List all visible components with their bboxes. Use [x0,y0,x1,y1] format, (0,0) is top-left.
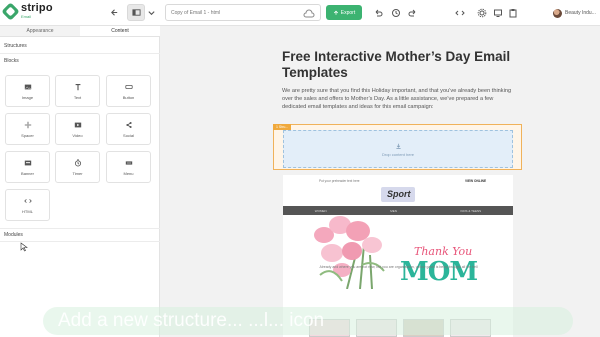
block-label: Timer [72,171,83,176]
brand-logo: Sport [381,187,415,202]
spacer-icon [24,121,31,129]
button-icon [124,85,133,89]
video-icon [74,122,81,128]
layout-dropdown-button[interactable] [146,4,156,21]
block-text[interactable]: Text [55,75,100,107]
block-label: Spacer [21,133,34,138]
stripo-logo[interactable]: stripo Email [1,2,62,23]
share-icon [125,121,132,129]
user-menu[interactable]: Beauty Indu... [553,6,600,20]
undo-icon [375,9,383,16]
block-button[interactable]: Button [106,75,151,107]
email-nav-item[interactable]: KIDS & TEENS [461,209,482,213]
block-social[interactable]: Social [106,113,151,145]
logo-subtext: Email [21,14,32,19]
code-icon [23,199,32,203]
tulips-illustration [314,216,385,289]
file-name-field[interactable]: Copy of Email 1 - html [165,4,321,21]
chevron-down-icon [147,11,155,16]
save-button[interactable] [303,7,315,19]
export-icon [333,10,338,15]
top-toolbar: stripo Email Copy of Email 1 - html Expo… [0,0,600,26]
export-button[interactable]: Export [326,5,362,20]
avatar [553,8,562,18]
blocks-label[interactable]: Blocks [4,58,19,64]
block-menu[interactable]: Menu [106,151,151,183]
drop-zone[interactable]: Drop content here [283,130,513,168]
text-icon [75,84,80,91]
clipboard-icon [509,8,517,17]
logo-text: stripo [21,2,53,14]
mom-heading: MOM [400,257,478,287]
layout-icon [131,9,141,16]
mouse-cursor-icon [20,242,28,252]
block-banner[interactable]: Banner [5,151,50,183]
block-label: Social [123,133,134,138]
user-name: Beauty Indu... [565,10,596,16]
drop-zone-text: Drop content here [381,152,415,157]
tab-content[interactable]: Content [80,26,160,36]
block-label: HTML [22,209,33,214]
block-video[interactable]: Video [55,113,100,145]
modules-label[interactable]: Modules [4,232,23,238]
brand-name: Sport [387,189,411,199]
block-label: Image [21,95,34,100]
structures-label[interactable]: Structures [4,43,27,49]
block-html[interactable]: HTML [5,189,50,221]
left-panel: Appearance Content Structures Blocks Ima… [0,26,160,337]
email-nav-item[interactable]: WOMEN [315,209,327,213]
email-hero-image: Thank You MOM [312,215,485,302]
divider [0,53,160,54]
view-online-link[interactable]: VIEW ONLINE [465,179,486,183]
history-button[interactable] [388,4,404,21]
block-label: Banner [21,171,34,176]
block-label: Menu [123,171,134,176]
download-icon [396,143,401,149]
logo-mark-icon [1,2,20,21]
email-caption: Already and where you are not new, but y… [319,265,478,269]
article-intro: Free Interactive Mother’s Day Email Temp… [282,49,520,111]
block-label: Text [73,95,82,100]
history-icon [392,8,400,17]
timer-icon [74,159,81,167]
block-image[interactable]: Image [5,75,50,107]
email-header: Put your preheader text here VIEW ONLINE… [283,175,513,205]
code-icon [455,10,465,15]
layout-toggle-button[interactable] [127,4,145,21]
code-view-button[interactable] [452,4,468,21]
email-nav-item[interactable]: MEN [390,209,397,213]
menu-icon [125,161,132,165]
cloud-save-icon [303,9,315,18]
divider [0,228,160,229]
back-button[interactable] [107,4,121,21]
undo-button[interactable] [370,4,386,21]
article-body: We are pretty sure that you find this Ho… [282,88,512,110]
redo-icon [408,9,416,16]
block-label: Button [122,95,135,100]
gear-icon [477,8,487,17]
clipboard-button[interactable] [505,4,521,21]
email-nav: WOMEN MEN KIDS & TEENS [283,206,513,215]
article-title: Free Interactive Mother’s Day Email Temp… [282,49,511,80]
tutorial-caption: Add a new structure... ...l... icon [43,307,573,335]
mobile-preview-button[interactable] [490,4,506,21]
redo-button[interactable] [405,4,421,21]
arrow-left-icon [110,9,117,16]
panel-tabs: Appearance Content [0,26,160,37]
monitor-icon [494,9,502,17]
settings-button[interactable] [474,4,490,21]
image-icon [24,84,31,90]
block-spacer[interactable]: Spacer [5,113,50,145]
banner-icon [24,160,31,166]
export-label: Export [340,9,356,16]
block-label: Video [72,133,83,138]
block-timer[interactable]: Timer [55,151,100,183]
email-preheader: Put your preheader text here [319,179,360,183]
tab-appearance[interactable]: Appearance [0,26,80,36]
